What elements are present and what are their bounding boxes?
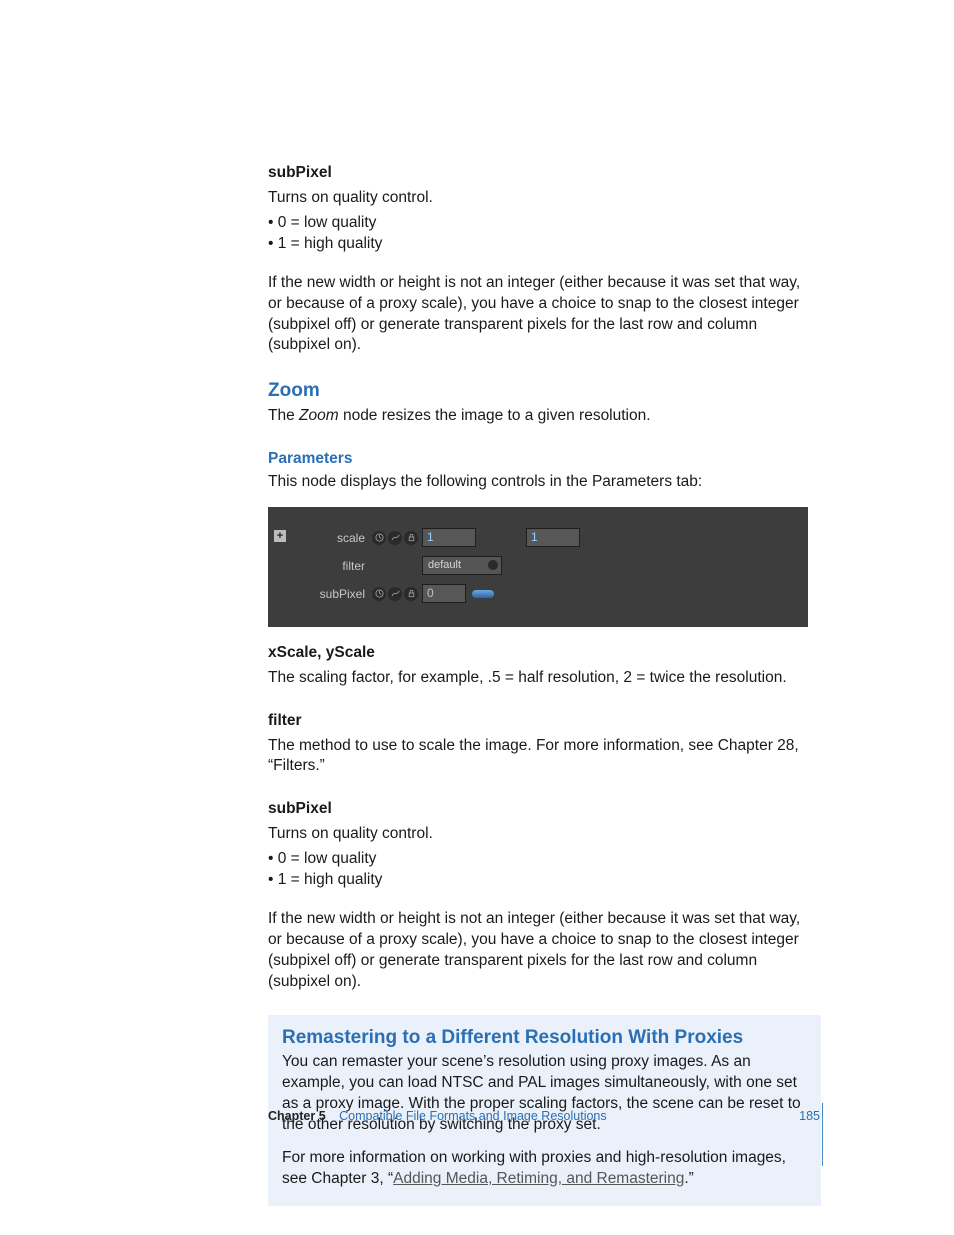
remastering-link[interactable]: Adding Media, Retiming, and Remastering (393, 1170, 684, 1187)
zoom-intro: The Zoom node resizes the image to a giv… (268, 406, 818, 427)
zoom-heading: Zoom (268, 378, 818, 404)
parameters-desc: This node displays the following control… (268, 472, 818, 493)
subpixel-desc: Turns on quality control. (268, 824, 818, 845)
zoom-intro-pre: The (268, 407, 299, 424)
remastering-p2: For more information on working with pro… (282, 1148, 807, 1190)
chapter-label: Chapter 5 (268, 1109, 326, 1123)
list-item: 0 = low quality (268, 213, 818, 234)
xyscale-desc: The scaling factor, for example, .5 = ha… (268, 668, 818, 689)
param-label-filter: filter (285, 558, 365, 574)
filter-desc: The method to use to scale the image. Fo… (268, 736, 818, 778)
parameters-heading: Parameters (268, 449, 818, 470)
subpixel-explain: If the new width or height is not an int… (268, 909, 818, 993)
param-label-scale: scale (285, 530, 365, 546)
clock-icon[interactable] (372, 531, 386, 545)
lock-icon[interactable] (404, 531, 418, 545)
parameters-panel: + scale 1 1 filter default subPixel (268, 507, 808, 627)
page-footer: Chapter 5 Compatible File Formats and Im… (268, 1108, 820, 1125)
xyscale-label: xScale, yScale (268, 644, 375, 661)
curve-icon[interactable] (388, 587, 402, 601)
subpixel-explain-top: If the new width or height is not an int… (268, 273, 818, 357)
filter-dropdown[interactable]: default (422, 556, 502, 575)
zoom-intro-post: node resizes the image to a given resolu… (339, 407, 651, 424)
clock-icon[interactable] (372, 587, 386, 601)
filter-label: filter (268, 712, 302, 729)
chapter-title: Compatible File Formats and Image Resolu… (339, 1109, 606, 1123)
param-label-subpixel: subPixel (285, 586, 365, 602)
page-number: 185 (799, 1108, 820, 1125)
scale-y-field[interactable]: 1 (526, 528, 580, 547)
remastering-p2-post: .” (684, 1170, 693, 1187)
list-item: 0 = low quality (268, 849, 818, 870)
subpixel-label-top: subPixel (268, 164, 332, 181)
curve-icon[interactable] (388, 531, 402, 545)
subpixel-field[interactable]: 0 (422, 584, 466, 603)
subpixel-desc-top: Turns on quality control. (268, 188, 818, 209)
scale-x-field[interactable]: 1 (422, 528, 476, 547)
list-item: 1 = high quality (268, 870, 818, 891)
page-right-rule (822, 1103, 823, 1166)
lock-icon[interactable] (404, 587, 418, 601)
list-item: 1 = high quality (268, 234, 818, 255)
subpixel-slider[interactable] (472, 590, 494, 598)
zoom-intro-em: Zoom (299, 407, 339, 424)
subpixel-label: subPixel (268, 800, 332, 817)
remastering-heading: Remastering to a Different Resolution Wi… (282, 1025, 807, 1051)
